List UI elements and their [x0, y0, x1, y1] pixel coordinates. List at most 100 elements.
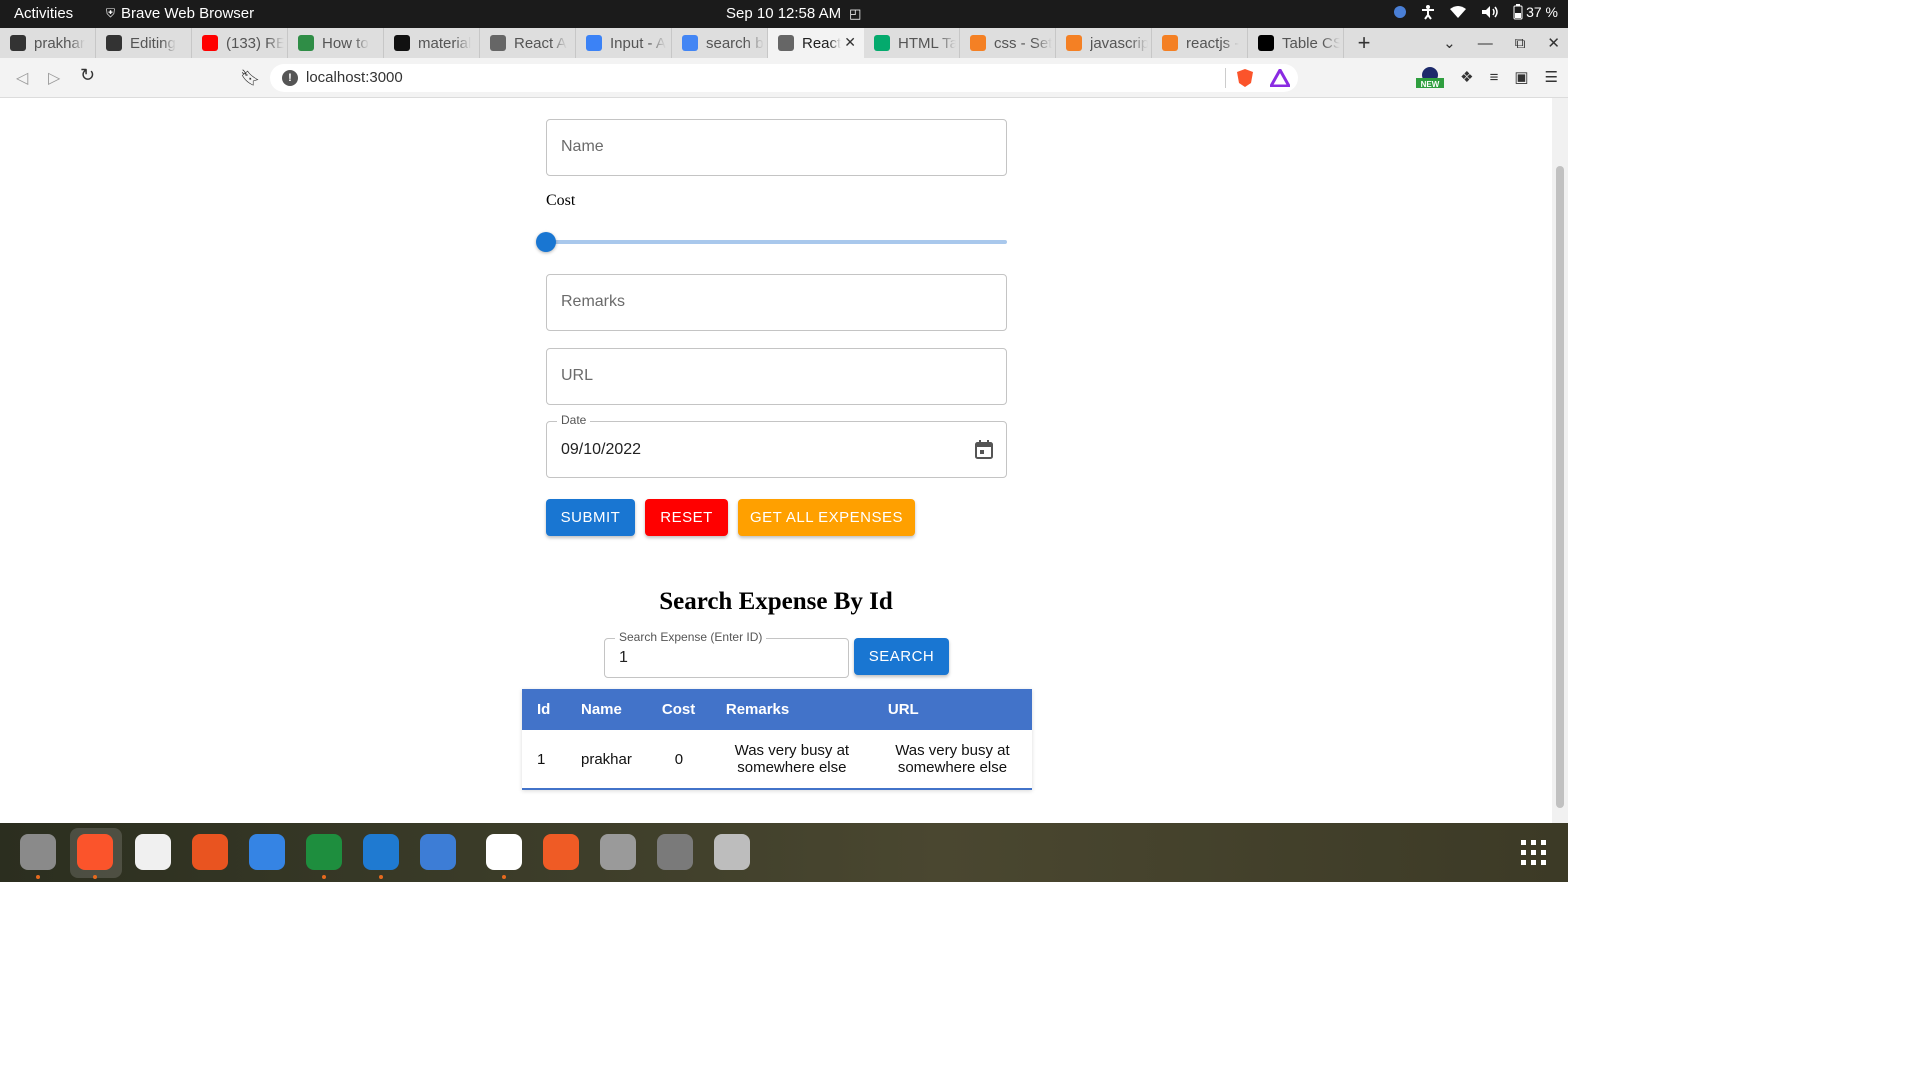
get-all-expenses-button[interactable]: GET ALL EXPENSES: [738, 499, 915, 536]
search-expense-value: 1: [619, 649, 628, 666]
tab-10[interactable]: css - Set: [960, 28, 1056, 58]
network-indicator-icon: [1393, 5, 1407, 19]
brave-rewards-icon[interactable]: [1268, 66, 1292, 92]
vpn-new-icon[interactable]: NEW: [1416, 66, 1445, 89]
cost-label: Cost: [546, 192, 576, 209]
back-button[interactable]: ◁: [16, 68, 28, 88]
activities-button[interactable]: Activities: [14, 5, 73, 22]
url-field[interactable]: URL: [546, 348, 1007, 405]
tab-title: How to: [322, 34, 369, 52]
wifi-icon: [1449, 5, 1467, 19]
tab-1[interactable]: Editing: [96, 28, 192, 58]
tab-0[interactable]: prakhar: [0, 28, 96, 58]
tab-search-chevron-icon[interactable]: ⌄: [1443, 34, 1456, 52]
tab-9[interactable]: HTML Ta: [864, 28, 960, 58]
window-controls: ⌄ — ⧉ ✕: [1443, 28, 1560, 58]
search-expense-field[interactable]: Search Expense (Enter ID) 1: [604, 630, 849, 678]
extensions-icon[interactable]: ❖: [1460, 68, 1473, 86]
remarks-placeholder: Remarks: [561, 293, 626, 310]
alarm-icon: ◰: [849, 5, 862, 21]
cell-cost: 0: [674, 750, 684, 768]
chrome-icon[interactable]: [306, 834, 342, 870]
cell-name: prakhar: [581, 750, 632, 768]
name-field[interactable]: Name: [546, 119, 1007, 176]
rhythmbox-icon[interactable]: [135, 834, 171, 870]
qbittorrent-icon[interactable]: [420, 834, 456, 870]
tab-title: material: [418, 34, 472, 52]
running-indicator: [379, 875, 383, 879]
calendar-icon[interactable]: [974, 439, 994, 465]
tab-strip: prakhar Editing (133) RE How to material Reac…: [0, 28, 1568, 58]
scrollbar-thumb[interactable]: [1556, 166, 1564, 808]
text-editor-icon[interactable]: [600, 834, 636, 870]
app-menu[interactable]: ⛨ Brave Web Browser: [106, 5, 254, 22]
tab-title: React: [802, 34, 842, 52]
disks-icon[interactable]: [657, 834, 693, 870]
date-label: Date: [557, 413, 591, 427]
tab-12[interactable]: reactjs -: [1152, 28, 1248, 58]
globe-icon: [490, 35, 506, 51]
maximize-button[interactable]: ⧉: [1515, 35, 1526, 52]
url-placeholder: URL: [561, 367, 594, 384]
divider: [1225, 68, 1226, 88]
forward-button[interactable]: ▷: [48, 68, 60, 88]
search-button[interactable]: SEARCH: [854, 638, 949, 675]
globe-icon: [778, 35, 794, 51]
geeks-icon: [298, 35, 314, 51]
running-indicator: [322, 875, 326, 879]
cost-slider-thumb[interactable]: [536, 232, 556, 252]
battery-indicator: 37 %: [1513, 4, 1558, 20]
postman-icon[interactable]: [543, 834, 579, 870]
close-window-button[interactable]: ✕: [1547, 34, 1560, 52]
site-info-icon[interactable]: !: [282, 70, 298, 86]
page-scrollbar[interactable]: [1552, 98, 1568, 823]
submit-button[interactable]: SUBMIT: [546, 499, 635, 536]
toolbar-icons: NEW ❖ ≡ ▣ ☰: [1416, 66, 1558, 89]
help-icon[interactable]: [249, 834, 285, 870]
files-icon[interactable]: [20, 834, 56, 870]
address-bar[interactable]: ! localhost:3000: [270, 64, 1298, 92]
tab-title: reactjs -: [1186, 34, 1240, 52]
software-icon[interactable]: [192, 834, 228, 870]
brave-icon[interactable]: [77, 834, 113, 870]
tab-title: prakhar: [34, 34, 85, 52]
tab-2[interactable]: (133) RE: [192, 28, 288, 58]
tab-4[interactable]: material: [384, 28, 480, 58]
tab-6[interactable]: Input - A: [576, 28, 672, 58]
tab-title: React A: [514, 34, 567, 52]
tab-8[interactable]: React ✕: [768, 28, 864, 58]
gimp-icon[interactable]: [486, 834, 522, 870]
reset-button[interactable]: RESET: [645, 499, 728, 536]
system-tray[interactable]: 37 %: [1393, 4, 1558, 20]
cost-slider-track[interactable]: [546, 240, 1007, 244]
tab-title: search b: [706, 34, 764, 52]
menu-icon[interactable]: ☰: [1545, 68, 1558, 86]
bookmark-icon[interactable]: 🔖︎: [240, 68, 260, 88]
minimize-button[interactable]: —: [1478, 35, 1493, 52]
tab-7[interactable]: search b: [672, 28, 768, 58]
trash-icon[interactable]: [714, 834, 750, 870]
tab-11[interactable]: javascrip: [1056, 28, 1152, 58]
running-indicator: [502, 875, 506, 879]
diamond-icon: [586, 35, 602, 51]
wallet-icon[interactable]: ▣: [1514, 68, 1528, 86]
datetime-label: Sep 10 12:58 AM: [726, 5, 842, 22]
date-field[interactable]: Date 09/10/2022: [546, 413, 1007, 478]
tab-13[interactable]: Table CS: [1248, 28, 1344, 58]
stackoverflow-icon: [1066, 35, 1082, 51]
clock[interactable]: Sep 10 12:58 AM ◰: [726, 5, 861, 22]
cell-remarks: Was very busy at somewhere else: [734, 742, 850, 776]
brave-shields-icon[interactable]: [1236, 68, 1254, 93]
show-applications-icon[interactable]: [1520, 839, 1548, 872]
vscode-icon[interactable]: [363, 834, 399, 870]
github-icon: [106, 35, 122, 51]
reload-button[interactable]: ↻: [80, 65, 95, 86]
playlist-icon[interactable]: ≡: [1490, 69, 1499, 86]
battery-percent: 37 %: [1526, 4, 1558, 20]
close-tab-icon[interactable]: ✕: [844, 34, 856, 51]
tab-5[interactable]: React A: [480, 28, 576, 58]
remarks-field[interactable]: Remarks: [546, 274, 1007, 331]
tab-3[interactable]: How to: [288, 28, 384, 58]
new-tab-button[interactable]: +: [1350, 30, 1378, 56]
cell-url: Was very busy at somewhere else: [895, 742, 1010, 776]
